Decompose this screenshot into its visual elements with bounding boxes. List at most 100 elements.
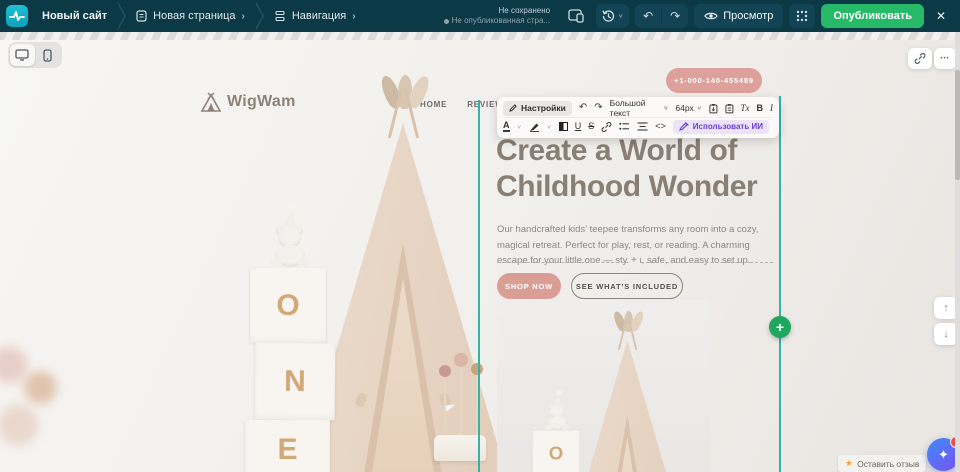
link-icon[interactable] <box>601 122 612 132</box>
cake-pop <box>460 365 462 435</box>
editor-canvas: WigWam HOME REVIEWS FAQ GALLERY CONTACTS… <box>0 32 960 472</box>
publish-status-dot <box>444 19 449 24</box>
text-style-value: Большой текст <box>610 98 661 118</box>
underline-button[interactable]: U <box>575 122 582 131</box>
text-style-dropdown[interactable]: Большой текст ∨ <box>610 98 669 118</box>
apps-button[interactable] <box>789 4 815 28</box>
chevron-down-icon: ∨ <box>663 105 668 111</box>
hero-heading[interactable]: Create a World of Childhood Wonder <box>496 133 788 205</box>
device-toggle <box>8 42 62 68</box>
settings-label: Настройки <box>521 103 566 113</box>
shop-now-button[interactable]: SHOP NOW <box>497 273 561 299</box>
see-whats-included-button[interactable]: SEE WHAT’S INCLUDED <box>571 273 683 299</box>
save-status-text: Не сохранено <box>444 6 550 16</box>
feedback-button[interactable]: ★ Оставить отзыв <box>838 455 926 472</box>
fill-color-icon[interactable] <box>559 122 568 131</box>
site-preview: WigWam HOME REVIEWS FAQ GALLERY CONTACTS… <box>0 40 955 472</box>
layers-icon <box>274 10 286 22</box>
undo-button[interactable]: ↶ <box>635 4 661 28</box>
bullet-list-icon[interactable] <box>619 122 630 131</box>
text-color-button[interactable]: A <box>503 121 510 132</box>
topbar: Новый сайт Новая страница › Навигация › … <box>0 0 960 32</box>
clear-format-button[interactable]: Tx <box>741 104 750 113</box>
mobile-icon <box>43 49 52 62</box>
editor-redo-button[interactable]: ↷ <box>594 103 602 113</box>
italic-button[interactable]: I <box>770 104 773 113</box>
editor-undo-button[interactable]: ↶ <box>579 103 587 113</box>
content-image-block[interactable]: O N E <box>497 300 710 472</box>
block-link-button[interactable] <box>908 48 932 69</box>
letter-block: N <box>255 343 336 421</box>
scrollbar-thumb[interactable] <box>955 70 960 180</box>
page-expand-arrow[interactable]: › <box>242 11 245 22</box>
letter-block: E <box>245 420 330 472</box>
desktop-view-button[interactable] <box>10 44 35 66</box>
teddy-bear <box>268 215 314 270</box>
settings-button[interactable]: Настройки <box>503 101 572 116</box>
block-expand-arrow[interactable]: › <box>352 11 355 22</box>
add-block-button[interactable]: + <box>769 316 791 338</box>
block-letter: E <box>277 433 297 467</box>
page-icon <box>136 10 147 22</box>
decor-pampas <box>0 335 72 472</box>
strikethrough-button[interactable]: S <box>588 122 594 131</box>
pulse-icon <box>9 9 25 23</box>
pencil-icon <box>509 104 517 112</box>
block-name-label: Навигация <box>292 10 346 22</box>
hero-photo: O N E <box>238 93 518 472</box>
sparkle-icon: ✦ <box>938 447 949 463</box>
app-logo[interactable] <box>6 5 28 27</box>
code-button[interactable]: <> <box>655 122 666 131</box>
publish-label: Опубликовать <box>833 10 912 22</box>
cake-pop <box>444 375 446 433</box>
highlight-pen-icon[interactable] <box>529 122 540 132</box>
page-name-label: Новая страница <box>153 10 235 22</box>
redo-button[interactable]: ↷ <box>662 4 688 28</box>
paste-icon[interactable] <box>709 103 718 114</box>
star-icon: ★ <box>845 458 853 469</box>
phone-button[interactable]: +1-000-140-455489 <box>666 68 762 93</box>
selection-border-right <box>779 96 781 472</box>
topbar-actions: Не сохранено Не опубликованная стра... ∨… <box>444 4 952 28</box>
chevron-down-icon[interactable]: ∨ <box>547 123 552 129</box>
font-size-dropdown[interactable]: 64px ∨ <box>675 103 702 113</box>
undo-redo-group: ↶ ↷ <box>635 4 688 28</box>
feedback-label: Оставить отзыв <box>857 459 919 469</box>
copy-icon[interactable] <box>725 103 734 114</box>
site-name-label: Новый сайт <box>42 10 107 22</box>
block-more-button[interactable]: ••• <box>934 48 956 69</box>
chevron-down-icon[interactable]: ∨ <box>517 123 522 129</box>
block-letter: O <box>276 289 299 323</box>
breadcrumb-page[interactable]: Новая страница › <box>130 10 251 22</box>
cta-row: SHOP NOW SEE WHAT’S INCLUDED <box>497 273 683 299</box>
mobile-view-button[interactable] <box>36 44 61 66</box>
use-ai-label: Использовать ИИ <box>693 122 763 131</box>
history-caret-icon: ∨ <box>618 13 623 19</box>
image-scene: O N E <box>525 322 699 472</box>
block-letter: N <box>284 364 306 398</box>
scrollbar[interactable] <box>955 32 960 472</box>
use-ai-button[interactable]: Использовать ИИ <box>673 120 769 134</box>
breadcrumb-separator-icon <box>255 2 264 30</box>
desktop-icon <box>15 49 29 61</box>
font-size-value: 64px <box>675 103 693 113</box>
chevron-down-icon: ∨ <box>697 105 702 111</box>
ai-pen-icon <box>679 122 689 131</box>
add-element-plus-icon[interactable]: + <box>628 255 640 266</box>
teepee-logo-icon <box>200 92 222 112</box>
eye-icon <box>704 11 718 21</box>
close-button[interactable]: ✕ <box>930 9 952 23</box>
link-icon <box>914 53 926 64</box>
block-letter: O <box>549 443 563 464</box>
preview-button[interactable]: Просмотр <box>694 4 783 28</box>
text-editor-toolbar: Настройки ↶ ↷ Большой текст ∨ 64px ∨ Tx <box>497 97 779 138</box>
history-button[interactable]: ∨ <box>596 4 629 28</box>
bold-button[interactable]: B <box>757 104 764 113</box>
save-status: Не сохранено Не опубликованная стра... <box>444 6 550 26</box>
align-center-icon[interactable] <box>637 122 648 131</box>
breadcrumb-block[interactable]: Навигация › <box>268 10 362 22</box>
responsive-view-button[interactable] <box>562 4 590 28</box>
publish-button[interactable]: Опубликовать <box>821 4 924 28</box>
breadcrumb-site[interactable]: Новый сайт <box>36 10 113 22</box>
preview-label: Просмотр <box>723 10 773 22</box>
